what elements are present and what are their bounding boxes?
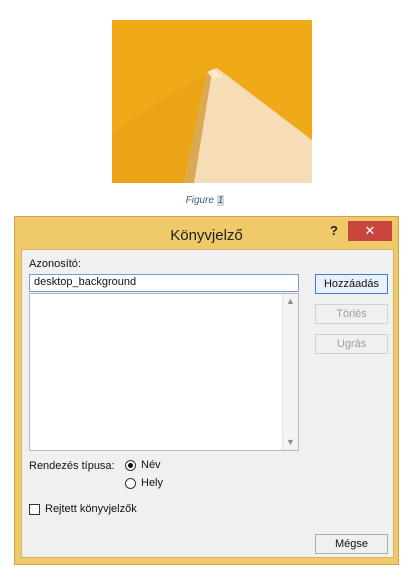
- bookmark-dialog: Könyvjelző ? ✕ Azonosító: desktop_backgr…: [14, 216, 399, 565]
- radio-selected-icon[interactable]: [125, 459, 136, 471]
- list-scrollbar[interactable]: ▲ ▼: [282, 294, 298, 450]
- close-icon: ✕: [364, 223, 376, 238]
- abstract-orange-image: [112, 20, 312, 183]
- sort-by-location-label: Hely: [141, 477, 164, 489]
- close-button[interactable]: ✕: [348, 221, 392, 241]
- delete-button[interactable]: Törlés: [315, 304, 388, 324]
- sort-by-location-option[interactable]: Hely: [125, 475, 163, 491]
- checkbox-icon[interactable]: [29, 503, 40, 515]
- bookmark-list[interactable]: ▲ ▼: [29, 293, 299, 451]
- scroll-up-icon[interactable]: ▲: [283, 294, 298, 309]
- radio-unselected-icon[interactable]: [125, 477, 136, 489]
- bookmark-name-input[interactable]: desktop_background: [29, 274, 299, 292]
- hidden-bookmarks-option[interactable]: Rejtett könyvjelzők: [29, 503, 137, 515]
- sort-by-name-option[interactable]: Név: [125, 457, 161, 473]
- hidden-bookmarks-label: Rejtett könyvjelzők: [45, 503, 137, 515]
- help-button[interactable]: ?: [326, 223, 342, 239]
- goto-button[interactable]: Ugrás: [315, 334, 388, 354]
- figure-number: 1: [216, 195, 225, 206]
- cancel-button[interactable]: Mégse: [315, 534, 388, 554]
- name-label: Azonosító:: [29, 258, 81, 270]
- add-button[interactable]: Hozzáadás: [315, 274, 388, 294]
- sort-type-label: Rendezés típusa:: [29, 460, 115, 472]
- desktop-background-image: [112, 20, 312, 183]
- dialog-content: Azonosító: desktop_background ▲ ▼ Hozzáa…: [21, 249, 394, 558]
- figure-caption: Figure 1: [0, 195, 410, 206]
- figure-label: Figure: [185, 195, 214, 206]
- sort-by-name-label: Név: [141, 459, 161, 471]
- scroll-down-icon[interactable]: ▼: [283, 435, 298, 450]
- dialog-titlebar[interactable]: Könyvjelző ? ✕: [15, 217, 398, 249]
